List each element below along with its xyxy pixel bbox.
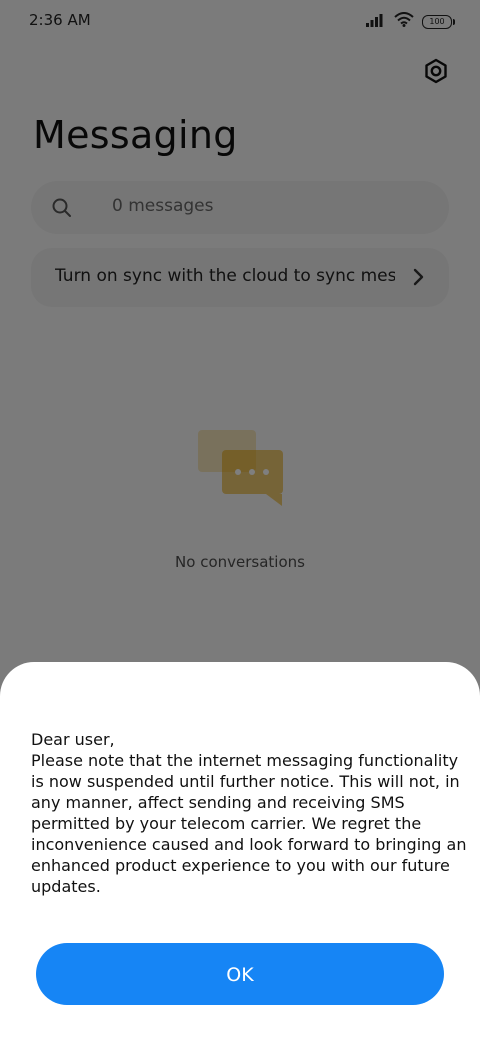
dialog-greeting: Dear user, bbox=[31, 730, 115, 749]
dialog-message: Dear user, Please note that the internet… bbox=[31, 729, 469, 897]
notice-dialog: Dear user, Please note that the internet… bbox=[0, 662, 480, 1040]
dialog-body: Please note that the internet messaging … bbox=[31, 751, 467, 896]
ok-button[interactable]: OK bbox=[36, 943, 444, 1005]
